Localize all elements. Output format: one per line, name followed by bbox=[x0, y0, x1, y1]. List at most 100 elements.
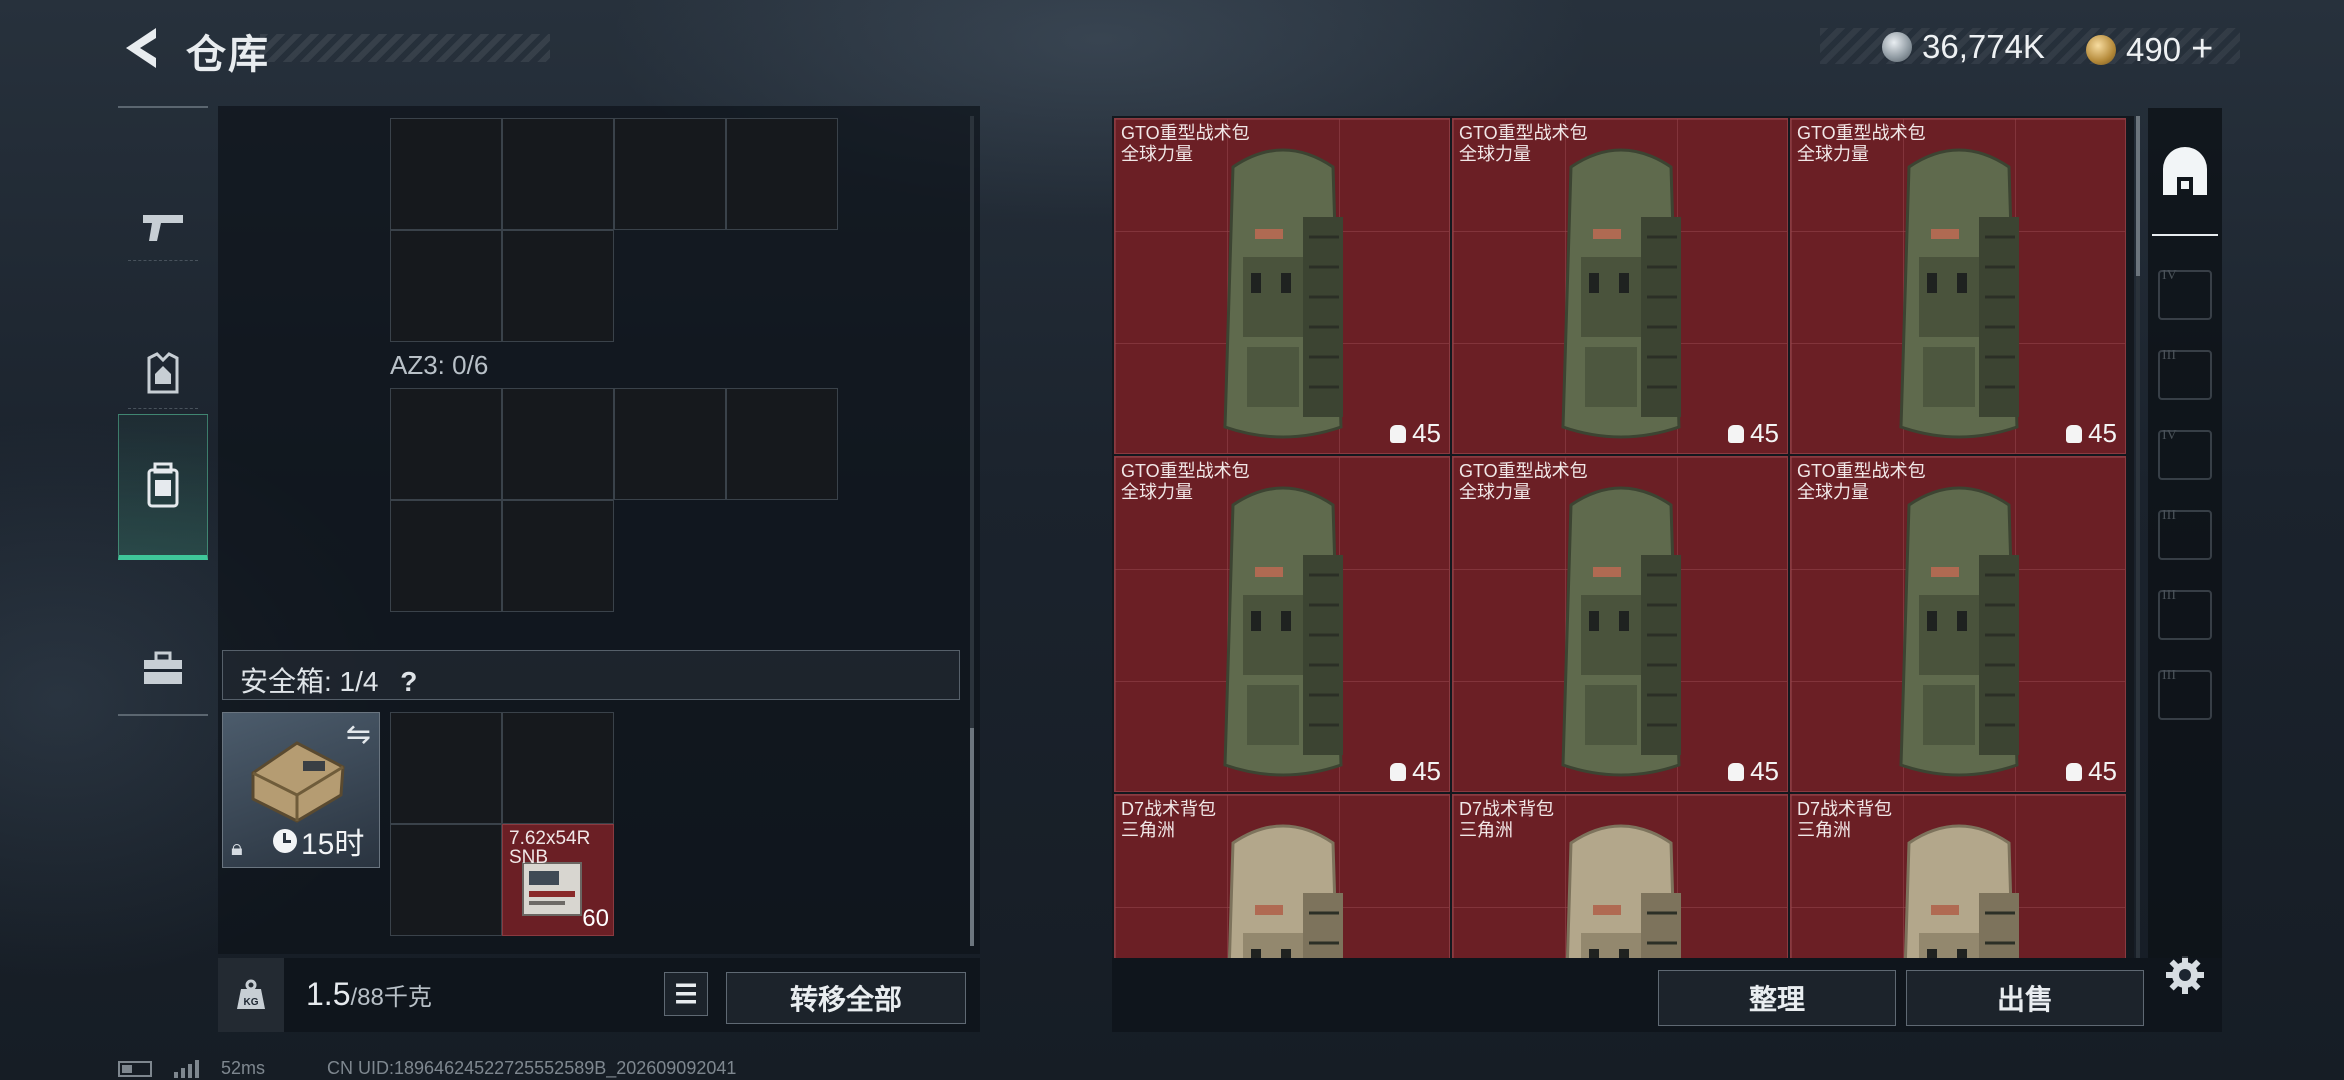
container-tier-icon: III bbox=[2158, 348, 2212, 400]
stash-item-backpack[interactable]: D7战术背包 三角洲 bbox=[1452, 794, 1788, 958]
help-icon[interactable]: ? bbox=[400, 666, 417, 697]
ammo-variant: SNB bbox=[509, 847, 549, 868]
stash-item-backpack[interactable]: GTO重型战术包 全球力量 45 bbox=[1790, 456, 2126, 792]
tab-tier[interactable]: III bbox=[2152, 490, 2218, 580]
tab-tier[interactable]: III bbox=[2152, 570, 2218, 660]
settings-gear-icon[interactable] bbox=[2164, 954, 2206, 996]
item-name: GTO重型战术包 bbox=[1459, 461, 1588, 481]
stash-item-backpack[interactable]: D7战术背包 三角洲 bbox=[1790, 794, 2126, 958]
organize-button[interactable]: 整理 bbox=[1658, 970, 1896, 1026]
ammo-item[interactable]: 7.62x54R SNB 60 bbox=[502, 824, 614, 936]
title-decoration bbox=[260, 34, 550, 62]
stash-item-backpack[interactable]: GTO重型战术包 全球力量 45 bbox=[1452, 118, 1788, 454]
grid-slot[interactable] bbox=[390, 824, 502, 936]
stash-scrollbar[interactable] bbox=[2136, 116, 2140, 958]
grid-slot[interactable] bbox=[390, 388, 502, 500]
chest-rig-icon bbox=[147, 352, 179, 394]
grid-slot[interactable] bbox=[390, 230, 502, 342]
stash-home-icon bbox=[2163, 147, 2207, 195]
weight-bag-icon bbox=[1390, 762, 1407, 781]
grid-slot[interactable] bbox=[390, 118, 502, 230]
backpack-image bbox=[1565, 824, 1681, 958]
stash-item-backpack[interactable]: GTO重型战术包 全球力量 45 bbox=[1452, 456, 1788, 792]
sell-button[interactable]: 出售 bbox=[1906, 970, 2144, 1026]
tab-all-stash[interactable] bbox=[2152, 128, 2218, 218]
grid-slot[interactable] bbox=[502, 712, 614, 824]
container-capacity-label: AZ3: 0/6 bbox=[390, 350, 489, 380]
backpack-image bbox=[1227, 824, 1343, 958]
stash-item-backpack[interactable]: GTO重型战术包 全球力量 45 bbox=[1114, 118, 1450, 454]
weight-icon: KG bbox=[237, 979, 265, 1009]
triangle-coin-icon bbox=[2086, 34, 2116, 65]
tab-tier[interactable]: III bbox=[2152, 330, 2218, 420]
weight-max: /88千克 bbox=[350, 984, 432, 1011]
ping-readout: 52ms bbox=[221, 1058, 266, 1078]
safe-box-icon bbox=[251, 741, 345, 823]
item-count: 45 bbox=[1412, 756, 1441, 786]
item-name: D7战术背包 bbox=[1459, 799, 1555, 819]
swap-icon[interactable]: ⇋ bbox=[346, 717, 371, 752]
nav-item-backpack[interactable] bbox=[118, 414, 208, 560]
stash-item-backpack[interactable]: GTO重型战术包 全球力量 45 bbox=[1790, 118, 2126, 454]
category-nav bbox=[118, 106, 208, 716]
grid-slot[interactable] bbox=[502, 388, 614, 500]
item-name: GTO重型战术包 bbox=[1121, 461, 1250, 481]
add-currency-button[interactable]: + bbox=[2191, 28, 2213, 71]
currency-secondary-value: 490 bbox=[2126, 30, 2182, 68]
item-count: 45 bbox=[1412, 418, 1441, 448]
item-brand: 全球力量 bbox=[1459, 144, 1531, 164]
list-icon: ☰ bbox=[674, 979, 698, 1009]
weight-current: 1.5 bbox=[306, 976, 351, 1012]
stash-scrollbar-thumb[interactable] bbox=[2136, 116, 2140, 276]
grid-slot[interactable] bbox=[614, 388, 726, 500]
item-brand: 全球力量 bbox=[1121, 482, 1193, 502]
list-view-button[interactable]: ☰ bbox=[664, 972, 708, 1016]
grid-slot[interactable] bbox=[726, 118, 838, 230]
grid-slot[interactable] bbox=[502, 500, 614, 612]
back-arrow-icon[interactable] bbox=[118, 22, 162, 74]
uid-readout: CN UID:18964624522725552589B_20260909204… bbox=[327, 1058, 737, 1078]
weight-bag-icon bbox=[2066, 762, 2083, 781]
grid-slot[interactable] bbox=[726, 388, 838, 500]
backpack-image bbox=[1903, 824, 2019, 958]
storage-scrollbar-thumb[interactable] bbox=[970, 728, 974, 946]
grid-slot[interactable] bbox=[502, 230, 614, 342]
backpack-icon bbox=[147, 462, 179, 508]
currency-secondary[interactable]: 490 + bbox=[2086, 28, 2213, 71]
stash-item-backpack[interactable]: D7战术背包 三角洲 bbox=[1114, 794, 1450, 958]
item-brand: 全球力量 bbox=[1797, 144, 1869, 164]
weight-bag-icon bbox=[2066, 424, 2083, 443]
weight-icon-box: KG bbox=[218, 958, 284, 1032]
grid-slot[interactable] bbox=[614, 118, 726, 230]
item-count: 45 bbox=[1750, 756, 1779, 786]
tab-tier[interactable]: IV bbox=[2152, 250, 2218, 340]
signal-icon bbox=[174, 1059, 199, 1078]
svg-text:KG: KG bbox=[244, 997, 259, 1008]
item-name: D7战术背包 bbox=[1797, 799, 1893, 819]
nav-item-toolbox[interactable] bbox=[118, 598, 208, 738]
stash-item-backpack[interactable]: GTO重型战术包 全球力量 45 bbox=[1114, 456, 1450, 792]
stash-grid: GTO重型战术包 全球力量 45 GTO重型战术包 全球力量 45 GTO重型战术包 全球力量… bbox=[1112, 116, 2134, 958]
tab-tier[interactable]: IV bbox=[2152, 410, 2218, 500]
status-bar: 52ms CN UID:18964624522725552589B_202609… bbox=[118, 1058, 736, 1079]
tier-label: IV bbox=[2162, 268, 2177, 283]
item-count: 45 bbox=[2088, 756, 2117, 786]
nav-item-weapons[interactable] bbox=[118, 158, 208, 298]
item-name: GTO重型战术包 bbox=[1121, 123, 1250, 143]
container-grid-upper bbox=[390, 118, 842, 346]
tab-tier[interactable]: III bbox=[2152, 650, 2218, 740]
currency-primary: 36,774K bbox=[1882, 28, 2045, 66]
clock-icon bbox=[273, 829, 297, 853]
backpack-image bbox=[1899, 148, 2019, 439]
grid-slot[interactable] bbox=[390, 500, 502, 612]
pistol-icon bbox=[143, 215, 183, 241]
grid-slot[interactable] bbox=[502, 118, 614, 230]
safe-box-item[interactable]: ⇋ 🔒︎ 15时 bbox=[222, 712, 380, 868]
tier-label: III bbox=[2162, 508, 2176, 523]
backpack-image bbox=[1223, 486, 1343, 777]
item-brand: 三角洲 bbox=[1797, 820, 1851, 840]
transfer-all-button[interactable]: 转移全部 bbox=[726, 972, 966, 1024]
hafcoin-icon bbox=[1882, 32, 1912, 62]
grid-slot[interactable] bbox=[390, 712, 502, 824]
safe-box-timer: 15时 bbox=[301, 828, 365, 861]
